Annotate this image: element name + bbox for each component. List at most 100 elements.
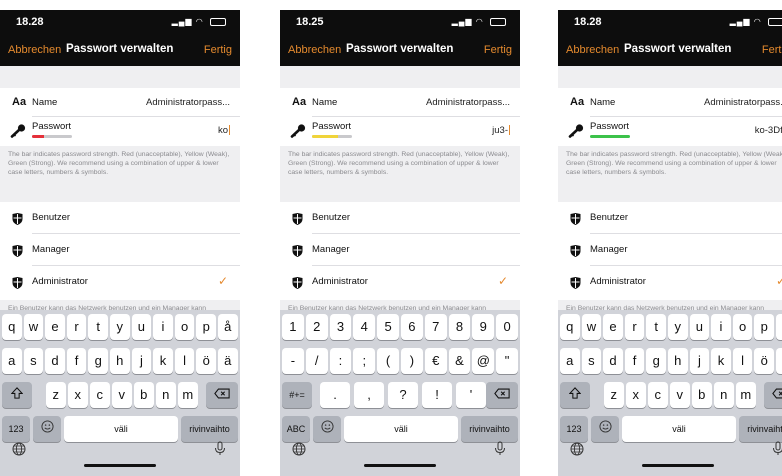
key-q[interactable]: q [560,314,580,340]
key-.[interactable]: . [320,382,350,408]
password-input[interactable]: ko-3Dfg [755,125,782,136]
name-row[interactable]: Aa Name Administratorpass... [280,90,520,116]
done-button[interactable]: Fertig [204,44,232,56]
key-u[interactable]: u [689,314,710,340]
name-row[interactable]: Aa Name Administratorpass... [0,90,240,116]
key-b[interactable]: b [134,382,154,408]
key-s[interactable]: s [581,348,602,374]
symbols-key[interactable]: #+= [282,382,312,408]
key-5[interactable]: 5 [377,314,399,340]
space-key[interactable]: väli [344,416,458,442]
key-4[interactable]: 4 [353,314,376,340]
password-input[interactable]: ko [218,125,230,136]
shift-key[interactable] [560,382,590,408]
key-å[interactable]: å [218,314,238,340]
key-€[interactable]: € [424,348,447,374]
key-m[interactable]: m [736,382,756,408]
key-l[interactable]: l [732,348,753,374]
key-m[interactable]: m [178,382,198,408]
key-i[interactable]: i [711,314,731,340]
name-value[interactable]: Administratorpass... [704,97,782,108]
key-e[interactable]: e [45,314,65,340]
backspace-key[interactable] [764,382,782,408]
key-7[interactable]: 7 [424,314,447,340]
key-?[interactable]: ? [388,382,418,408]
key-1[interactable]: 1 [282,314,304,340]
account-option-administrator[interactable]: Administrator ✓ [280,266,520,298]
key--[interactable]: - [282,348,304,374]
key-&[interactable]: & [448,348,471,374]
return-key[interactable]: rivinvaihto [461,416,518,442]
key-e[interactable]: e [603,314,623,340]
key-,[interactable]: , [354,382,384,408]
key-x[interactable]: x [68,382,88,408]
key-f[interactable]: f [624,348,645,374]
key-t[interactable]: t [88,314,108,340]
key-j[interactable]: j [689,348,710,374]
return-key[interactable]: rivinvaihto [181,416,238,442]
password-row[interactable]: Passwort ko [0,118,240,144]
password-row[interactable]: Passwort ju3- [280,118,520,144]
password-input[interactable]: ju3- [492,125,510,136]
password-row[interactable]: Passwort ko-3Dfg [558,118,782,144]
key-n[interactable]: n [156,382,176,408]
account-option-administrator[interactable]: Administrator ✓ [558,266,782,298]
key-c[interactable]: c [648,382,668,408]
key-h[interactable]: h [668,348,688,374]
key-ä[interactable]: ä [218,348,238,374]
mode-switch-key[interactable]: 123 [560,416,588,442]
key-c[interactable]: c [90,382,110,408]
key-x[interactable]: x [626,382,646,408]
key-y[interactable]: y [110,314,130,340]
account-option-benutzer[interactable]: Benutzer [280,202,520,234]
account-option-benutzer[interactable]: Benutzer [0,202,240,234]
key-s[interactable]: s [23,348,44,374]
key-@[interactable]: @ [472,348,495,374]
key-r[interactable]: r [624,314,645,340]
key-å[interactable]: å [776,314,782,340]
key-)[interactable]: ) [401,348,423,374]
account-option-manager[interactable]: Manager [558,234,782,266]
key-d[interactable]: d [45,348,65,374]
key-k[interactable]: k [153,348,173,374]
key-v[interactable]: v [112,382,132,408]
backspace-key[interactable] [486,382,518,408]
account-option-benutzer[interactable]: Benutzer [558,202,782,234]
key-:[interactable]: : [329,348,352,374]
key-p[interactable]: p [196,314,216,340]
key-p[interactable]: p [754,314,774,340]
key-'[interactable]: ' [456,382,486,408]
key-![interactable]: ! [422,382,452,408]
space-key[interactable]: väli [622,416,736,442]
emoji-key[interactable] [313,416,341,442]
key-u[interactable]: u [131,314,152,340]
mode-switch-key[interactable]: ABC [282,416,310,442]
globe-icon[interactable] [12,442,26,456]
key-k[interactable]: k [711,348,731,374]
key-g[interactable]: g [88,348,108,374]
key-ö[interactable]: ö [754,348,774,374]
key-l[interactable]: l [174,348,195,374]
key-/[interactable]: / [305,348,328,374]
done-button[interactable]: Fertig [762,44,782,56]
return-key[interactable]: rivinvaihto [739,416,782,442]
globe-icon[interactable] [570,442,584,456]
key-w[interactable]: w [581,314,602,340]
key-z[interactable]: z [604,382,624,408]
key-t[interactable]: t [646,314,666,340]
account-option-administrator[interactable]: Administrator ✓ [0,266,240,298]
key-"[interactable]: " [496,348,518,374]
microphone-icon[interactable] [772,441,782,456]
key-q[interactable]: q [2,314,22,340]
emoji-key[interactable] [591,416,619,442]
key-([interactable]: ( [377,348,399,374]
key-3[interactable]: 3 [329,314,352,340]
key-0[interactable]: 0 [496,314,518,340]
key-v[interactable]: v [670,382,690,408]
key-w[interactable]: w [23,314,44,340]
name-row[interactable]: Aa Name Administratorpass... [558,90,782,116]
key-;[interactable]: ; [353,348,376,374]
key-a[interactable]: a [560,348,580,374]
mode-switch-key[interactable]: 123 [2,416,30,442]
shift-key[interactable] [2,382,32,408]
